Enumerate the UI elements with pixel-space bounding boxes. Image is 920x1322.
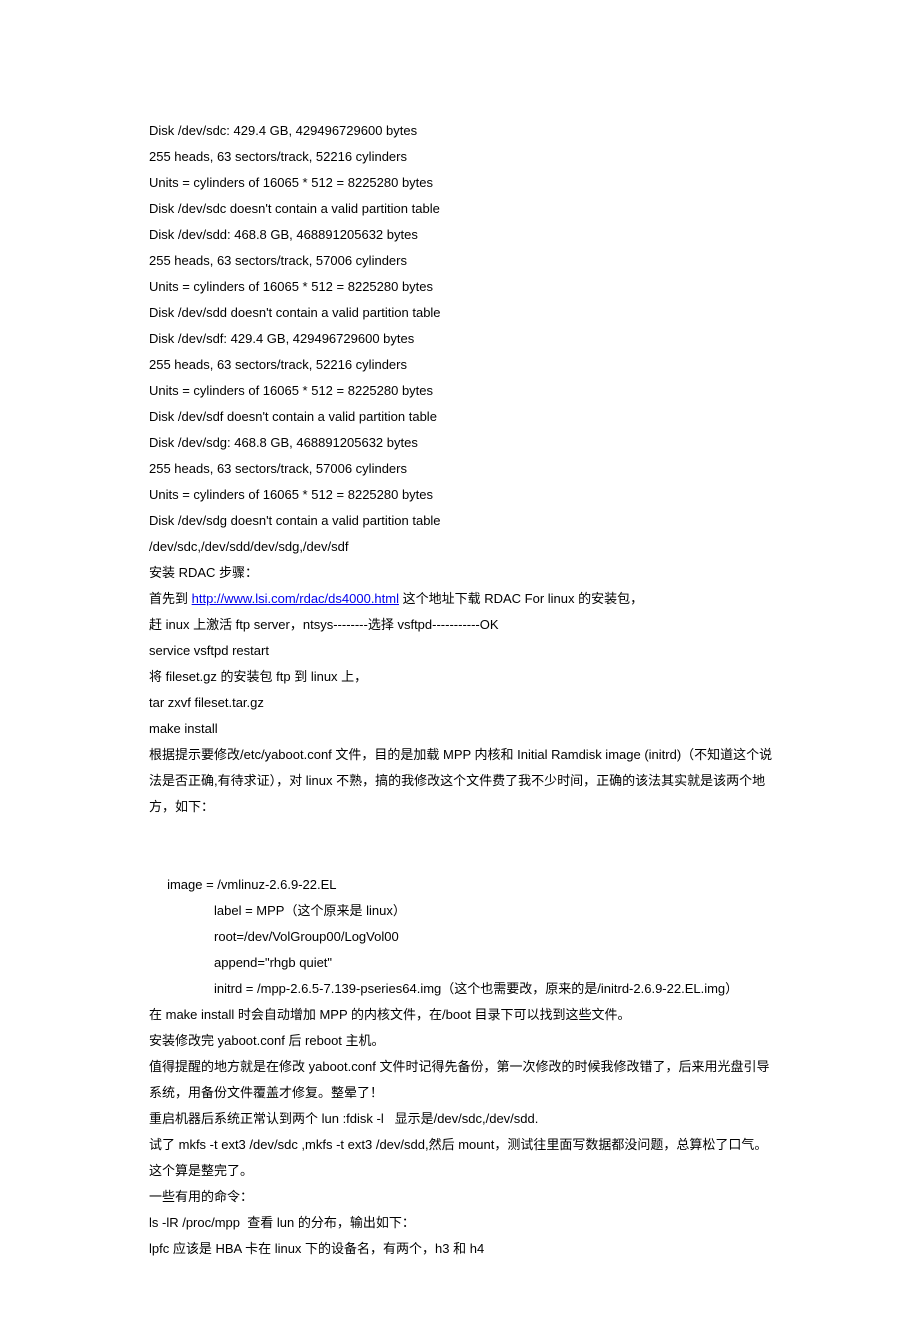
text-line: 安装修改完 yaboot.conf 后 reboot 主机。 [149, 1028, 775, 1054]
text-line: 首先到 http://www.lsi.com/rdac/ds4000.html … [149, 586, 775, 612]
text-line: make install [149, 716, 775, 742]
text-line: Disk /dev/sdf: 429.4 GB, 429496729600 by… [149, 326, 775, 352]
text-line: tar zxvf fileset.tar.gz [149, 690, 775, 716]
text-line: 255 heads, 63 sectors/track, 52216 cylin… [149, 144, 775, 170]
text-line: Units = cylinders of 16065 * 512 = 82252… [149, 170, 775, 196]
text-line: Disk /dev/sdd doesn't contain a valid pa… [149, 300, 775, 326]
text-line: append="rhgb quiet" [149, 950, 775, 976]
text-line: initrd = /mpp-2.6.5-7.139-pseries64.img（… [149, 976, 775, 1002]
text-line: 值得提醒的地方就是在修改 yaboot.conf 文件时记得先备份，第一次修改的… [149, 1054, 775, 1106]
text-line: root=/dev/VolGroup00/LogVol00 [149, 924, 775, 950]
text-line: Units = cylinders of 16065 * 512 = 82252… [149, 274, 775, 300]
text-line: service vsftpd restart [149, 638, 775, 664]
text-line: label = MPP（这个原来是 linux） [149, 898, 775, 924]
text-fragment: 首先到 [149, 591, 192, 606]
text-line: 将 fileset.gz 的安装包 ftp 到 linux 上， [149, 664, 775, 690]
text-line: /dev/sdc,/dev/sdd/dev/sdg,/dev/sdf [149, 534, 775, 560]
text-line: Units = cylinders of 16065 * 512 = 82252… [149, 482, 775, 508]
text-line: Disk /dev/sdd: 468.8 GB, 468891205632 by… [149, 222, 775, 248]
text-line: image = /vmlinuz-2.6.9-22.EL [149, 872, 775, 898]
text-line: 赶 inux 上激活 ftp server，ntsys--------选择 vs… [149, 612, 775, 638]
text-line: 255 heads, 63 sectors/track, 57006 cylin… [149, 456, 775, 482]
blank-space [149, 820, 775, 872]
text-line: Disk /dev/sdc doesn't contain a valid pa… [149, 196, 775, 222]
text-line: Disk /dev/sdg doesn't contain a valid pa… [149, 508, 775, 534]
text-line: 安装 RDAC 步骤： [149, 560, 775, 586]
url-link[interactable]: http://www.lsi.com/rdac/ds4000.html [192, 591, 399, 606]
text-line: Disk /dev/sdg: 468.8 GB, 468891205632 by… [149, 430, 775, 456]
text-line: Units = cylinders of 16065 * 512 = 82252… [149, 378, 775, 404]
text-line: 255 heads, 63 sectors/track, 52216 cylin… [149, 352, 775, 378]
text-line: lpfc 应该是 HBA 卡在 linux 下的设备名，有两个，h3 和 h4 [149, 1236, 775, 1262]
text-line: Disk /dev/sdf doesn't contain a valid pa… [149, 404, 775, 430]
document-page: Disk /dev/sdc: 429.4 GB, 429496729600 by… [0, 0, 920, 1322]
text-line: 试了 mkfs -t ext3 /dev/sdc ,mkfs -t ext3 /… [149, 1132, 775, 1184]
text-line: 一些有用的命令： [149, 1184, 775, 1210]
text-fragment: 这个地址下载 RDAC For linux 的安装包， [399, 591, 643, 606]
text-line: ls -lR /proc/mpp 查看 lun 的分布，输出如下： [149, 1210, 775, 1236]
text-line: Disk /dev/sdc: 429.4 GB, 429496729600 by… [149, 118, 775, 144]
text-line: 在 make install 时会自动增加 MPP 的内核文件，在/boot 目… [149, 1002, 775, 1028]
text-line: 根据提示要修改/etc/yaboot.conf 文件，目的是加载 MPP 内核和… [149, 742, 775, 820]
text-line: 重启机器后系统正常认到两个 lun :fdisk -l 显示是/dev/sdc,… [149, 1106, 775, 1132]
text-line: 255 heads, 63 sectors/track, 57006 cylin… [149, 248, 775, 274]
